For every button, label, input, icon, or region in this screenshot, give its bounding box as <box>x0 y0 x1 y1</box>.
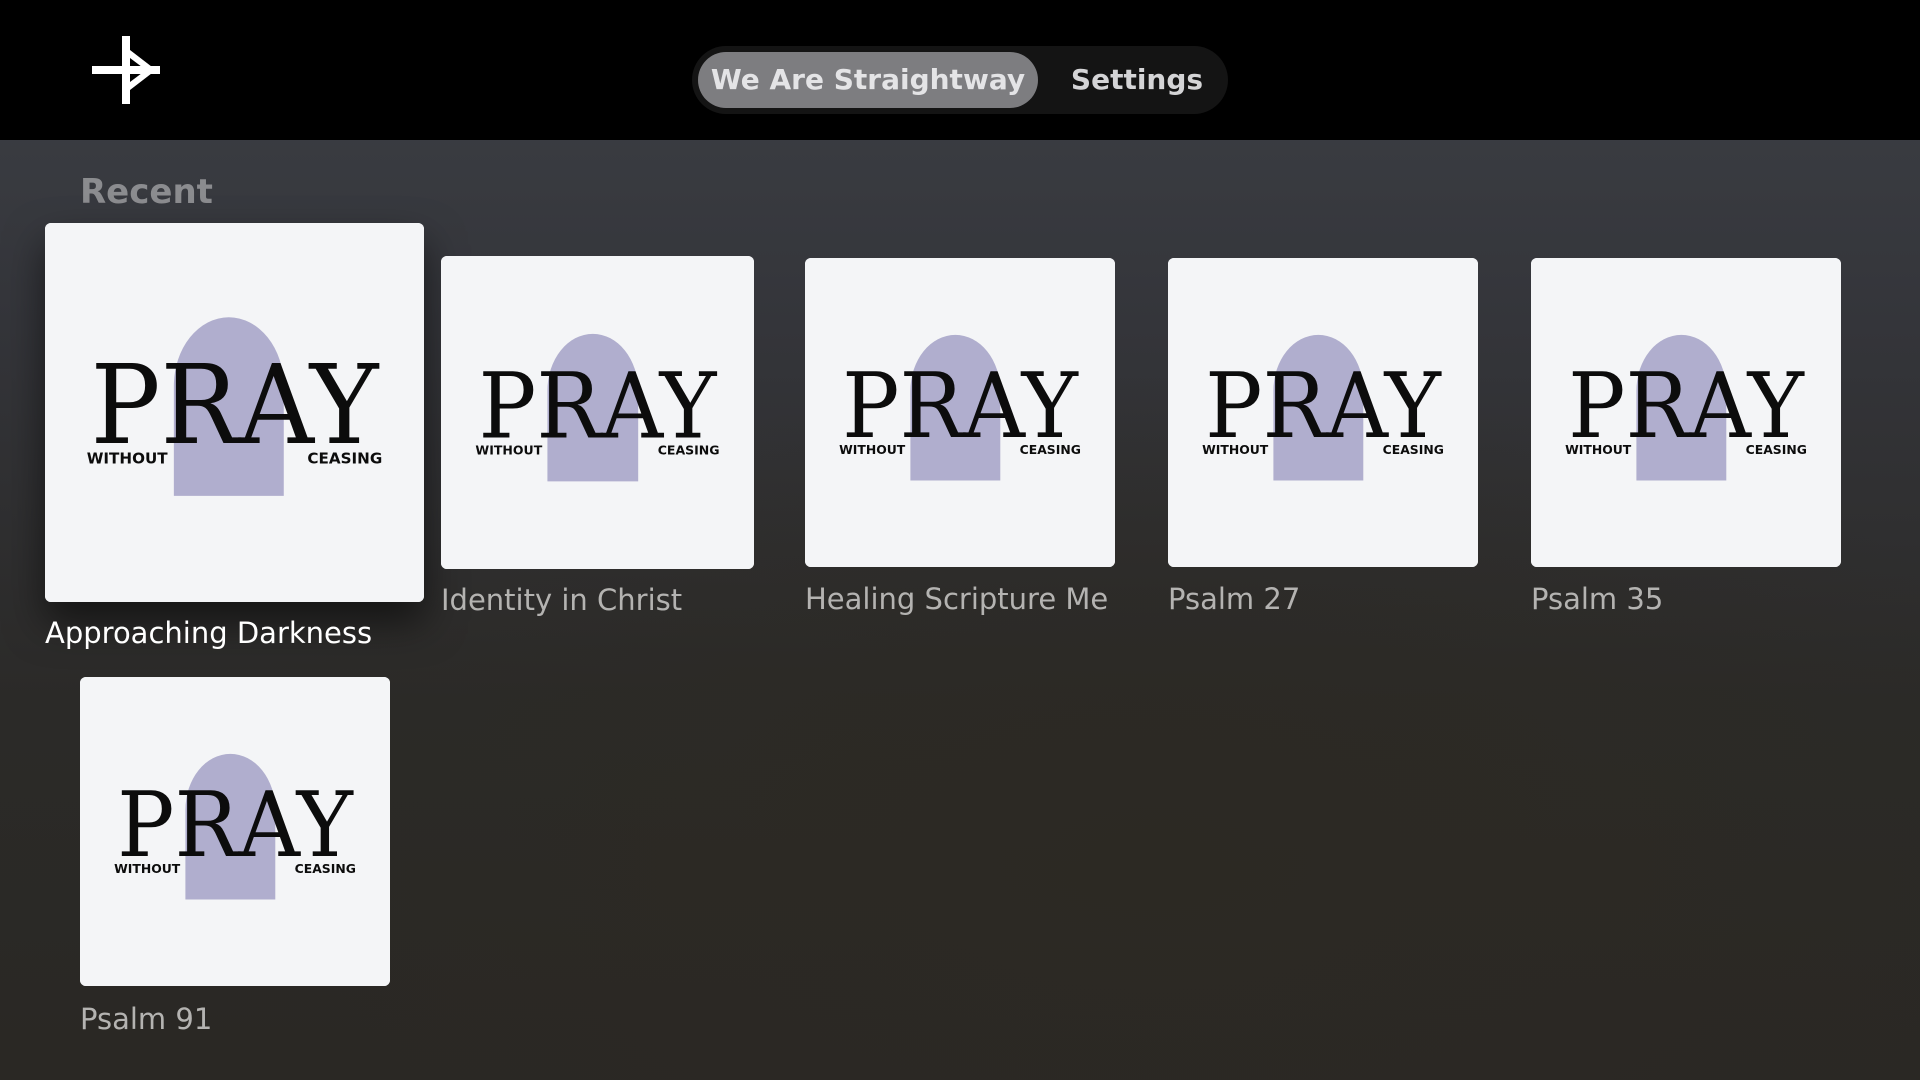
recent-item-psalm-35[interactable]: PRAY WITHOUT CEASING Psalm 35 <box>1531 258 1841 628</box>
item-title: Identity in Christ <box>441 583 683 617</box>
item-title: Psalm 27 <box>1168 582 1301 616</box>
podcast-artwork: PRAY WITHOUT CEASING <box>1168 258 1478 567</box>
artwork-left-caption: WITHOUT <box>1565 443 1632 457</box>
cross-arrow-logo-icon <box>92 36 160 104</box>
artwork-right-caption: CEASING <box>295 862 356 876</box>
item-title: Psalm 35 <box>1531 582 1664 616</box>
podcast-artwork: PRAY WITHOUT CEASING <box>80 677 390 986</box>
tab-settings[interactable]: Settings <box>1052 52 1222 108</box>
podcast-artwork: PRAY WITHOUT CEASING <box>45 223 424 602</box>
artwork-left-caption: WITHOUT <box>114 862 181 876</box>
recent-item-identity-in-christ[interactable]: PRAY WITHOUT CEASING Identity in Christ <box>441 256 754 626</box>
section-title-recent: Recent <box>80 172 213 212</box>
item-title: Approaching Darkness <box>45 616 373 650</box>
artwork-left-caption: WITHOUT <box>839 443 906 457</box>
tab-we-are-straightway[interactable]: We Are Straightway <box>698 52 1038 108</box>
pray-artwork-graphic: PRAYWITHOUT CEASING <box>45 223 424 602</box>
recent-item-healing-scripture[interactable]: PRAYWITHOUTCEASING Healing Scripture Med… <box>805 258 1115 628</box>
artwork-left-caption: WITHOUT <box>87 450 169 468</box>
top-bar: We Are Straightway Settings <box>0 0 1920 140</box>
artwork-right-caption: CEASING <box>1746 443 1807 457</box>
artwork-left-caption: WITHOUT <box>475 443 542 458</box>
pray-artwork-graphic: PRAYWITHOUT CEASING <box>80 677 390 986</box>
recent-item-psalm-27[interactable]: PRAY WITHOUT CEASING Psalm 27 <box>1168 258 1478 628</box>
recent-item-psalm-91[interactable]: PRAY WITHOUT CEASING Psalm 91 <box>80 677 390 1047</box>
recent-item-approaching-darkness[interactable]: PRAY WITHOUT CEASING Approaching Darkness <box>45 223 424 663</box>
artwork-right-caption: CEASING <box>1020 443 1081 457</box>
pray-artwork-graphic: PRAYWITHOUT CEASING <box>1531 258 1841 567</box>
pray-artwork-graphic: PRAYWITHOUT CEASING <box>805 258 1115 567</box>
artwork-right-caption: CEASING <box>1383 443 1444 457</box>
podcast-artwork: PRAY WITHOUT CEASING <box>805 258 1115 567</box>
item-title: Psalm 91 <box>80 1002 213 1036</box>
artwork-right-caption: CEASING <box>307 450 382 468</box>
podcast-artwork: PRAY WITHOUT CEASING <box>1531 258 1841 567</box>
artwork-right-caption: CEASING <box>658 443 720 458</box>
podcast-artwork: PRAY WITHOUT CEASING <box>441 256 754 569</box>
artwork-left-caption: WITHOUT <box>1202 443 1269 457</box>
pray-artwork-graphic: PRAYWITHOUT CEASING <box>441 256 754 569</box>
item-title: Healing Scripture Meditation <box>805 582 1109 616</box>
top-navigation: We Are Straightway Settings <box>692 46 1228 114</box>
pray-artwork-graphic: PRAYWITHOUT CEASING <box>1168 258 1478 567</box>
